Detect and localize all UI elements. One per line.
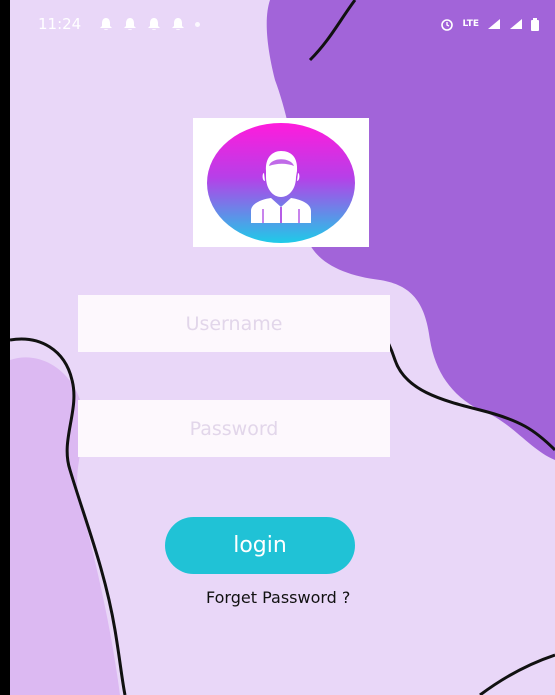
signal-icon [510,19,522,29]
status-left: 11:24 [38,15,201,33]
line-bottom-right [479,653,555,695]
username-input[interactable] [78,295,390,352]
login-button[interactable]: login [165,517,355,574]
status-time: 11:24 [38,15,82,33]
signal-icon [488,19,500,29]
bell-icon [124,18,137,30]
alarm-icon [441,19,454,31]
forget-password-link[interactable]: Forget Password ? [206,588,350,607]
battery-icon [531,17,539,31]
avatar [193,118,369,247]
bell-icon [172,18,185,30]
bell-icon [100,18,113,30]
password-input[interactable] [78,400,390,457]
bell-icon [148,18,161,30]
user-avatar-icon [251,150,311,223]
status-bar: 11:24 LTE [10,0,555,48]
status-right: LTE [440,17,539,31]
network-type: LTE [462,19,479,29]
avatar-circle [207,122,355,243]
more-notifications-dot [195,21,201,27]
login-screen: 11:24 LTE login [10,0,555,695]
